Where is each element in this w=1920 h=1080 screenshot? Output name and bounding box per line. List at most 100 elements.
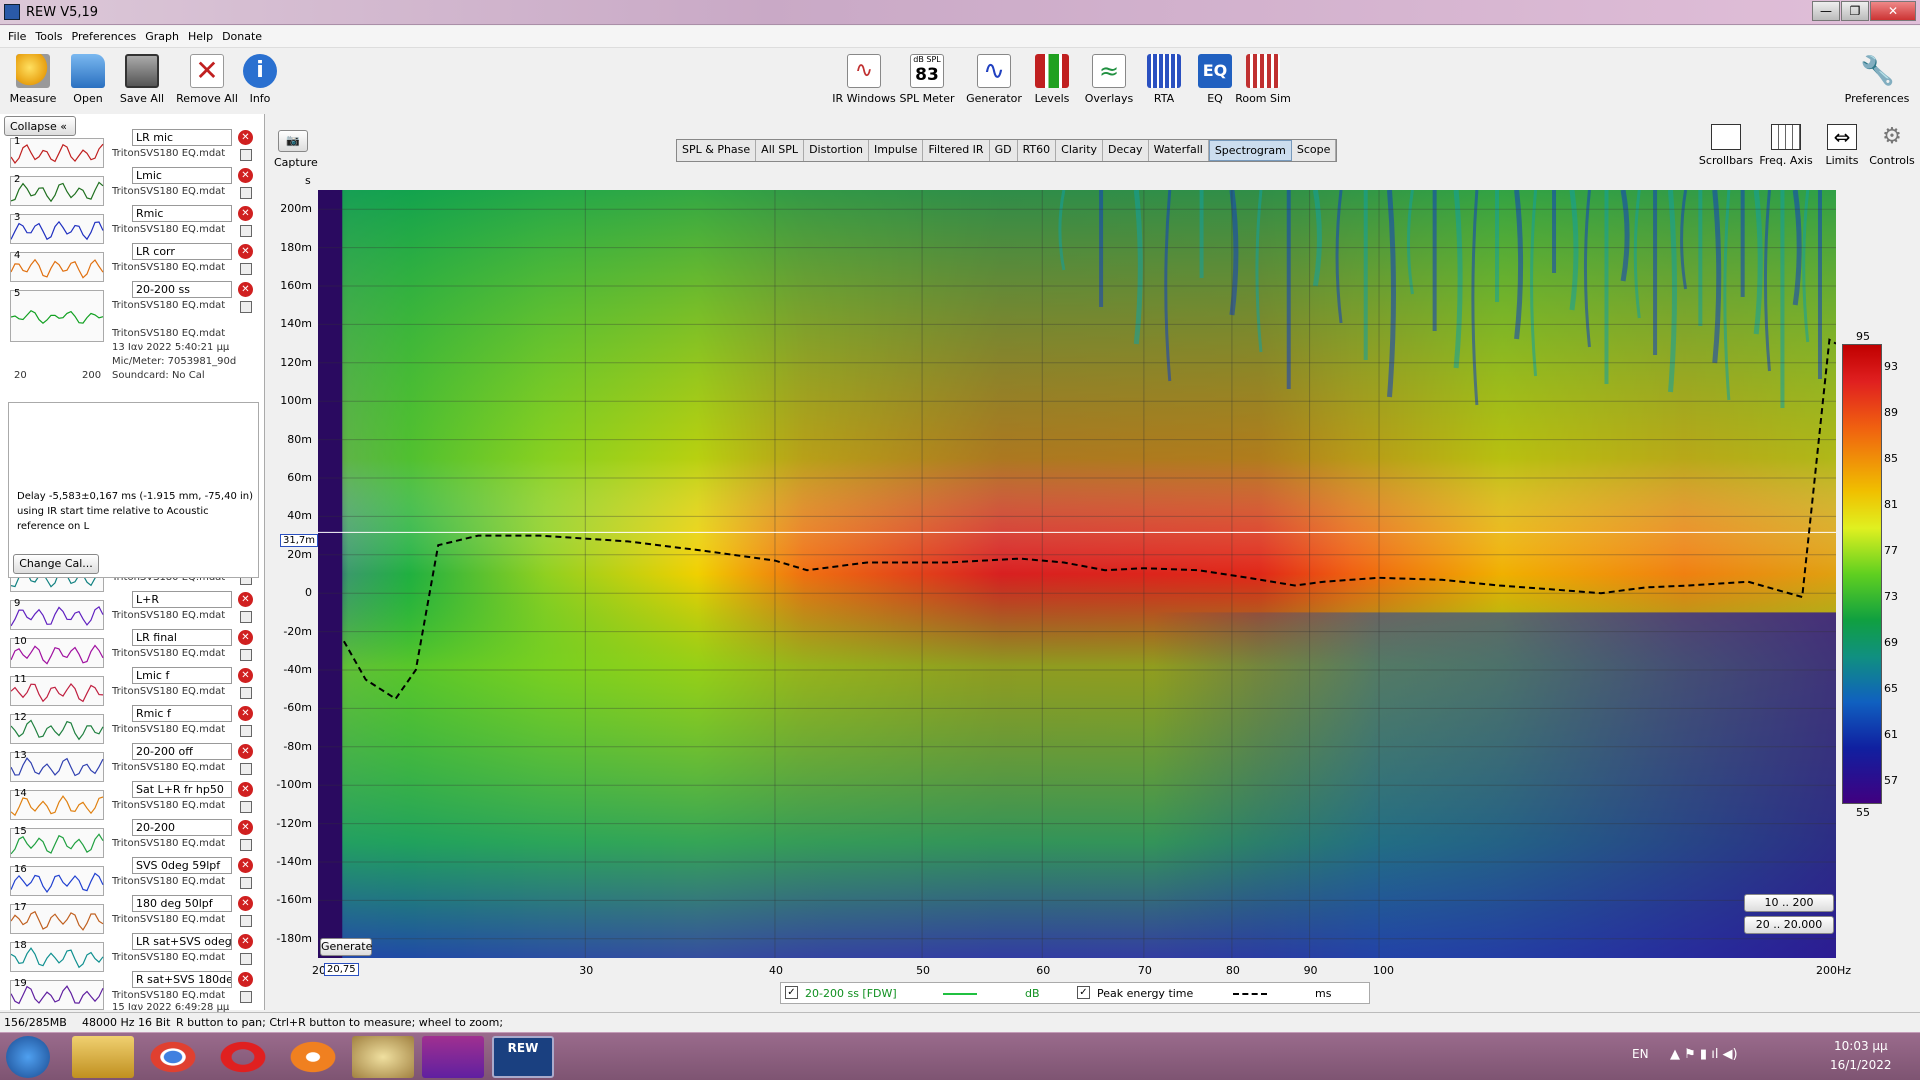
edit-icon[interactable] (240, 915, 252, 927)
remove-measurement-icon[interactable]: ✕ (238, 896, 253, 911)
capture-button[interactable]: 📷 (278, 130, 308, 152)
info-button[interactable]: i Info (225, 54, 295, 105)
language-indicator[interactable]: EN (1632, 1047, 1649, 1061)
close-button[interactable]: ✕ (1870, 1, 1916, 21)
measurement-name-field[interactable]: 20-200 ss (132, 281, 232, 298)
measurement-thumbnail[interactable] (10, 290, 104, 342)
range-20-20000-button[interactable]: 20 .. 20.000 (1744, 916, 1834, 934)
edit-icon[interactable] (240, 649, 252, 661)
measurement-thumbnail[interactable] (10, 138, 104, 168)
room-sim-button[interactable]: Room Sim (1228, 54, 1298, 105)
measurement-name-field[interactable]: Sat L+R fr hp50 (132, 781, 232, 798)
tab-all-spl[interactable]: All SPL (756, 140, 805, 161)
ir-windows-button[interactable]: ∿ IR Windows (829, 54, 899, 105)
tray-icons[interactable]: ▲ ⚑ ▮ ıl ◀) (1670, 1047, 1738, 1062)
measurement-row[interactable]: 19 R sat+SVS 180deg ✕ TritonSVS180 EQ.mdat 1… (2, 971, 258, 1014)
remove-measurement-icon[interactable]: ✕ (238, 668, 253, 683)
legend-checkbox-2[interactable]: ✓ (1077, 986, 1090, 999)
tab-distortion[interactable]: Distortion (804, 140, 869, 161)
remove-measurement-icon[interactable]: ✕ (238, 282, 253, 297)
remove-measurement-icon[interactable]: ✕ (238, 592, 253, 607)
measurement-thumbnail[interactable] (10, 252, 104, 282)
menu-help[interactable]: Help (188, 30, 213, 43)
menu-tools[interactable]: Tools (35, 30, 62, 43)
tab-filtered-ir[interactable]: Filtered IR (923, 140, 990, 161)
remove-measurement-icon[interactable]: ✕ (238, 858, 253, 873)
edit-icon[interactable] (240, 611, 252, 623)
edit-icon[interactable] (240, 991, 252, 1003)
tab-scope[interactable]: Scope (1292, 140, 1337, 161)
measurement-name-field[interactable]: LR mic (132, 129, 232, 146)
edit-icon[interactable] (240, 687, 252, 699)
tab-rt60[interactable]: RT60 (1018, 140, 1057, 161)
measurement-thumbnail[interactable] (10, 214, 104, 244)
collapse-button[interactable]: Collapse « (4, 116, 76, 136)
minimize-button[interactable]: — (1812, 1, 1840, 21)
menu-preferences[interactable]: Preferences (72, 30, 137, 43)
menu-file[interactable]: File (8, 30, 26, 43)
remove-measurement-icon[interactable]: ✕ (238, 782, 253, 797)
edit-icon[interactable] (240, 149, 252, 161)
measurement-name-field[interactable]: 20-200 off (132, 743, 232, 760)
controls-button[interactable]: ⚙ Controls (1860, 124, 1920, 167)
tab-spl-phase[interactable]: SPL & Phase (677, 140, 757, 161)
tab-gd[interactable]: GD (990, 140, 1018, 161)
scrollbars-button[interactable]: Scrollbars (1694, 124, 1758, 167)
taskbar-rew-icon[interactable]: REW (492, 1036, 554, 1078)
remove-measurement-icon[interactable]: ✕ (238, 630, 253, 645)
spectrogram-plot[interactable] (318, 190, 1836, 958)
change-cal-button[interactable]: Change Cal... (13, 554, 99, 574)
save-all-button[interactable]: Save All (107, 54, 177, 105)
legend-checkbox-1[interactable]: ✓ (785, 986, 798, 999)
start-button[interactable] (6, 1036, 50, 1078)
edit-icon[interactable] (240, 187, 252, 199)
measurement-name-field[interactable]: SVS 0deg 59lpf (132, 857, 232, 874)
edit-icon[interactable] (240, 263, 252, 275)
measurement-thumbnail[interactable] (10, 176, 104, 206)
measurement-name-field[interactable]: LR corr (132, 243, 232, 260)
clock-date[interactable]: 16/1/2022 (1830, 1058, 1892, 1072)
remove-measurement-icon[interactable]: ✕ (238, 168, 253, 183)
remove-measurement-icon[interactable]: ✕ (238, 972, 253, 987)
preferences-button[interactable]: 🔧 Preferences (1842, 54, 1912, 105)
measurement-name-field[interactable]: 20-200 (132, 819, 232, 836)
remove-measurement-icon[interactable]: ✕ (238, 744, 253, 759)
measurement-name-field[interactable]: Lmic (132, 167, 232, 184)
taskbar-paint-icon[interactable] (352, 1036, 414, 1078)
tab-waterfall[interactable]: Waterfall (1149, 140, 1209, 161)
measurement-name-field[interactable]: L+R (132, 591, 232, 608)
freq-axis-button[interactable]: Freq. Axis (1754, 124, 1818, 167)
edit-icon[interactable] (240, 763, 252, 775)
spl-meter-button[interactable]: dB SPL 83 SPL Meter (892, 54, 962, 105)
edit-icon[interactable] (240, 301, 252, 313)
edit-icon[interactable] (240, 725, 252, 737)
measurement-name-field[interactable]: 180 deg 50lpf (132, 895, 232, 912)
measurement-row[interactable]: 5 20-200 ss TritonSVS180 EQ.mdat ✕ TritonSVS… (2, 281, 258, 381)
remove-measurement-icon[interactable]: ✕ (238, 706, 253, 721)
measurement-name-field[interactable]: Rmic f (132, 705, 232, 722)
taskbar-explorer-icon[interactable] (72, 1036, 134, 1078)
remove-measurement-icon[interactable]: ✕ (238, 244, 253, 259)
measurement-thumbnail[interactable] (10, 600, 104, 630)
tab-impulse[interactable]: Impulse (869, 140, 924, 161)
taskbar-opera-icon[interactable] (212, 1036, 274, 1078)
range-10-200-button[interactable]: 10 .. 200 (1744, 894, 1834, 912)
clock-time[interactable]: 10:03 μμ (1834, 1039, 1888, 1053)
menu-donate[interactable]: Donate (222, 30, 262, 43)
remove-measurement-icon[interactable]: ✕ (238, 206, 253, 221)
edit-icon[interactable] (240, 877, 252, 889)
remove-measurement-icon[interactable]: ✕ (238, 934, 253, 949)
tab-spectrogram[interactable]: Spectrogram (1208, 140, 1292, 161)
menu-graph[interactable]: Graph (145, 30, 179, 43)
tab-clarity[interactable]: Clarity (1056, 140, 1104, 161)
taskbar-chrome-icon[interactable] (142, 1036, 204, 1078)
edit-icon[interactable] (240, 953, 252, 965)
edit-icon[interactable] (240, 839, 252, 851)
measurement-name-field[interactable]: Lmic f (132, 667, 232, 684)
measurement-name-field[interactable]: LR final (132, 629, 232, 646)
measurement-name-field[interactable]: Rmic (132, 205, 232, 222)
measurement-name-field[interactable]: LR sat+SVS odeg (132, 933, 232, 950)
edit-icon[interactable] (240, 801, 252, 813)
generate-button[interactable]: Generate (320, 938, 372, 956)
measurement-name-field[interactable]: R sat+SVS 180deg (132, 971, 232, 988)
